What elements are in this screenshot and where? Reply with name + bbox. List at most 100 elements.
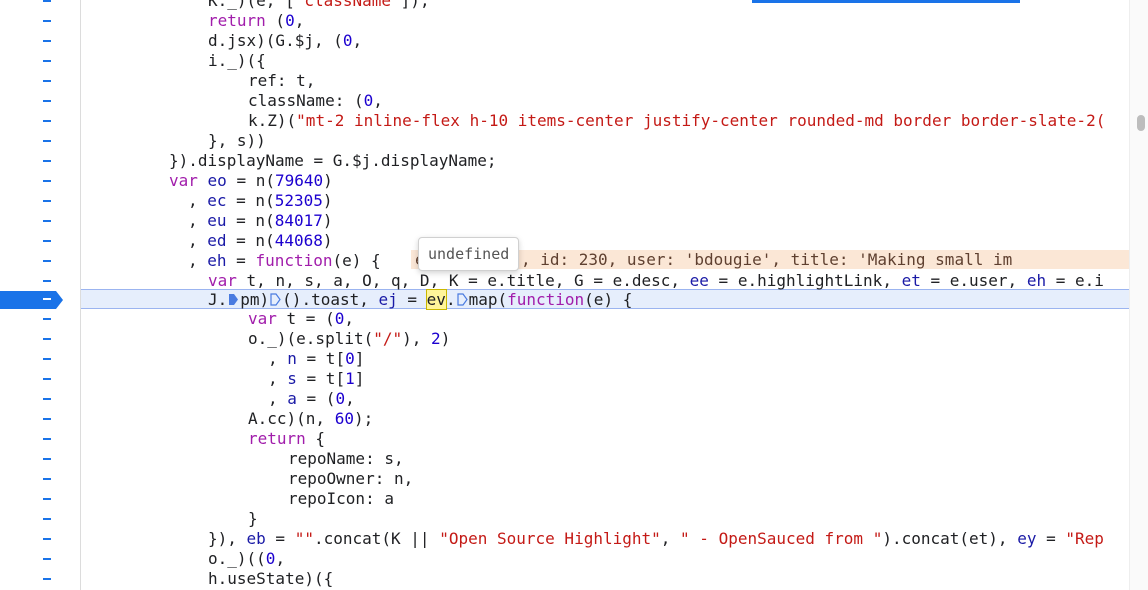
line-marker <box>43 60 51 62</box>
code-line: k.Z)("mt-2 inline-flex h-10 items-center… <box>248 111 1106 130</box>
scrollbar-thumb[interactable] <box>1137 115 1145 131</box>
line-marker <box>43 0 51 2</box>
gutter-line[interactable] <box>0 509 80 529</box>
code-line: K._)(e, ["className"]); <box>208 0 430 10</box>
gutter-line[interactable] <box>0 31 80 51</box>
gutter-line[interactable] <box>0 309 80 329</box>
code-line: , s = t[1] <box>268 369 365 388</box>
code-line-current: J. pm) ().toast, ej = ev. map(function(e) { <box>208 289 633 310</box>
line-marker <box>43 538 51 540</box>
line-marker <box>43 240 51 242</box>
line-marker <box>43 140 51 142</box>
gutter-line[interactable] <box>0 569 80 589</box>
code-line: }, s)) <box>208 131 266 150</box>
code-line: } <box>248 509 258 528</box>
hovered-variable[interactable]: ev <box>425 289 447 310</box>
line-marker <box>43 200 51 202</box>
gutter-line[interactable] <box>0 231 80 251</box>
code-line: , eh = function(e) { <box>188 251 381 270</box>
code-line: d.jsx)(G.$j, (0, <box>208 31 363 50</box>
code-line: o._)(e.split("/"), 2) <box>248 329 451 348</box>
hover-tooltip: undefined <box>418 237 520 271</box>
line-marker <box>43 298 51 300</box>
code-line: var t, n, s, a, O, q, D, K = e.title, G … <box>208 271 1104 290</box>
code-line: , ed = n(44068) <box>188 231 333 250</box>
code-line: h.useState)({ <box>208 569 334 588</box>
gutter-line[interactable] <box>0 529 80 549</box>
code-line: A.cc)(n, 60); <box>248 409 374 428</box>
step-into-icon[interactable] <box>270 293 281 306</box>
code-line: repoIcon: a <box>288 489 394 508</box>
line-marker <box>43 100 51 102</box>
gutter-line[interactable] <box>0 91 80 111</box>
code-line: }).displayName = G.$j.displayName; <box>169 151 497 170</box>
code-line: ref: t, <box>248 71 316 90</box>
code-line: , a = (0, <box>268 389 355 408</box>
gutter-line[interactable] <box>0 51 80 71</box>
code-line: repoOwner: n, <box>288 469 414 488</box>
code-line: , n = t[0] <box>268 349 365 368</box>
code-line: , eu = n(84017) <box>188 211 333 230</box>
line-marker <box>43 20 51 22</box>
gutter-line[interactable] <box>0 449 80 469</box>
line-marker <box>43 280 51 282</box>
gutter-line[interactable] <box>0 389 80 409</box>
breakpoint-icon <box>0 291 63 309</box>
code-line: repoName: s, <box>288 449 404 468</box>
gutter-line[interactable] <box>0 469 80 489</box>
line-marker <box>43 40 51 42</box>
line-marker <box>43 518 51 520</box>
code-editor[interactable]: K._)(e, ["className"]); return (0, d.jsx… <box>81 0 1130 590</box>
gutter-line[interactable] <box>0 271 80 291</box>
gutter-line[interactable] <box>0 409 80 429</box>
gutter-line[interactable] <box>0 111 80 131</box>
gutter-line[interactable] <box>0 11 80 31</box>
line-marker <box>43 120 51 122</box>
gutter-line[interactable] <box>0 549 80 569</box>
gutter-line[interactable] <box>0 211 80 231</box>
gutter-line[interactable] <box>0 349 80 369</box>
line-marker <box>43 358 51 360</box>
code-line: i._)({ <box>208 51 266 70</box>
gutter-line[interactable] <box>0 131 80 151</box>
gutter-line[interactable] <box>0 151 80 171</box>
gutter-line[interactable] <box>0 171 80 191</box>
gutter-line[interactable] <box>0 329 80 349</box>
line-marker <box>43 558 51 560</box>
breakpoint-marker[interactable] <box>0 290 64 309</box>
code-line: var t = (0, <box>248 309 354 328</box>
line-marker <box>43 260 51 262</box>
code-line: , ec = n(52305) <box>188 191 333 210</box>
step-into-icon[interactable] <box>228 293 239 306</box>
vertical-scrollbar[interactable] <box>1129 0 1148 590</box>
line-marker <box>43 160 51 162</box>
line-marker <box>43 478 51 480</box>
line-marker <box>43 578 51 580</box>
gutter-line[interactable] <box>0 369 80 389</box>
step-into-icon[interactable] <box>456 293 468 306</box>
code-line: }), eb = "".concat(K || "Open Source Hig… <box>208 529 1104 548</box>
gutter-line[interactable] <box>0 191 80 211</box>
code-line: return (0, <box>208 11 305 30</box>
line-marker <box>43 438 51 440</box>
line-marker <box>43 180 51 182</box>
line-marker <box>43 220 51 222</box>
gutter-line[interactable] <box>0 0 80 11</box>
gutter-line[interactable] <box>0 489 80 509</box>
code-line: className: (0, <box>248 91 383 110</box>
line-marker <box>43 418 51 420</box>
line-marker <box>43 338 51 340</box>
line-marker <box>43 378 51 380</box>
line-marker <box>43 458 51 460</box>
line-marker <box>43 398 51 400</box>
gutter-line[interactable] <box>0 71 80 91</box>
line-marker <box>43 318 51 320</box>
code-line: o._)((0, <box>208 549 286 568</box>
top-accent-bar <box>752 0 1020 3</box>
code-line: return { <box>248 429 326 448</box>
gutter-line-breakpoint[interactable] <box>0 289 80 309</box>
gutter-line[interactable] <box>0 429 80 449</box>
line-gutter[interactable] <box>0 0 81 590</box>
gutter-line[interactable] <box>0 251 80 271</box>
line-marker <box>43 498 51 500</box>
